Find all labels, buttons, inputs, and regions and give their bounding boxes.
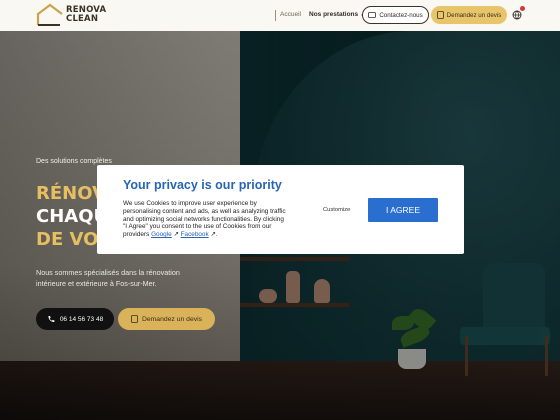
cookie-consent-modal: Your privacy is our priority We use Cook… [97,165,464,254]
quote-button-hero[interactable]: Demandez un devis [118,308,215,330]
customize-button[interactable]: Customize [323,207,350,213]
cookie-modal-text: We use Cookies to improve user experienc… [123,200,286,239]
nav-link-services[interactable]: Nos prestations⌄ [309,11,365,18]
hero-tagline: Des solutions complètes [36,158,112,165]
external-link-icon: ↗ [171,231,179,239]
hero-description: Nous sommes spécialisés dans la rénovati… [36,268,180,288]
quote-button-header[interactable]: Demandez un devis [431,6,507,24]
nav-divider [275,10,276,21]
facebook-link[interactable]: Facebook [181,231,209,238]
quote-button-label: Demandez un devis [446,11,502,19]
phone-button[interactable]: 06 14 56 73 48 [36,308,114,330]
notification-dot [520,6,525,11]
document-icon [131,315,138,323]
document-icon [436,11,444,19]
cookie-modal-title: Your privacy is our priority [123,178,282,192]
phone-button-label: 06 14 56 73 48 [59,315,104,323]
contact-button-label: Contactez-nous [379,11,423,19]
external-link-icon: ↗ [208,231,216,239]
nav-services-label: Nos prestations [309,11,359,18]
phone-icon [48,316,55,323]
chat-icon [368,11,377,18]
google-link[interactable]: Google [151,231,172,238]
globe-icon[interactable] [512,10,522,20]
quote-button-hero-label: Demandez un devis [141,315,203,323]
house-logo-icon [36,3,63,26]
site-header: RENOVA CLEAN Accueil Nos prestations⌄ Co… [0,0,560,31]
logo[interactable]: RENOVA CLEAN [36,3,108,27]
contact-button[interactable]: Contactez-nous [362,6,429,24]
agree-button[interactable]: I AGREE [368,198,438,222]
nav-link-home[interactable]: Accueil [280,11,301,18]
logo-text: RENOVA CLEAN [66,5,107,24]
